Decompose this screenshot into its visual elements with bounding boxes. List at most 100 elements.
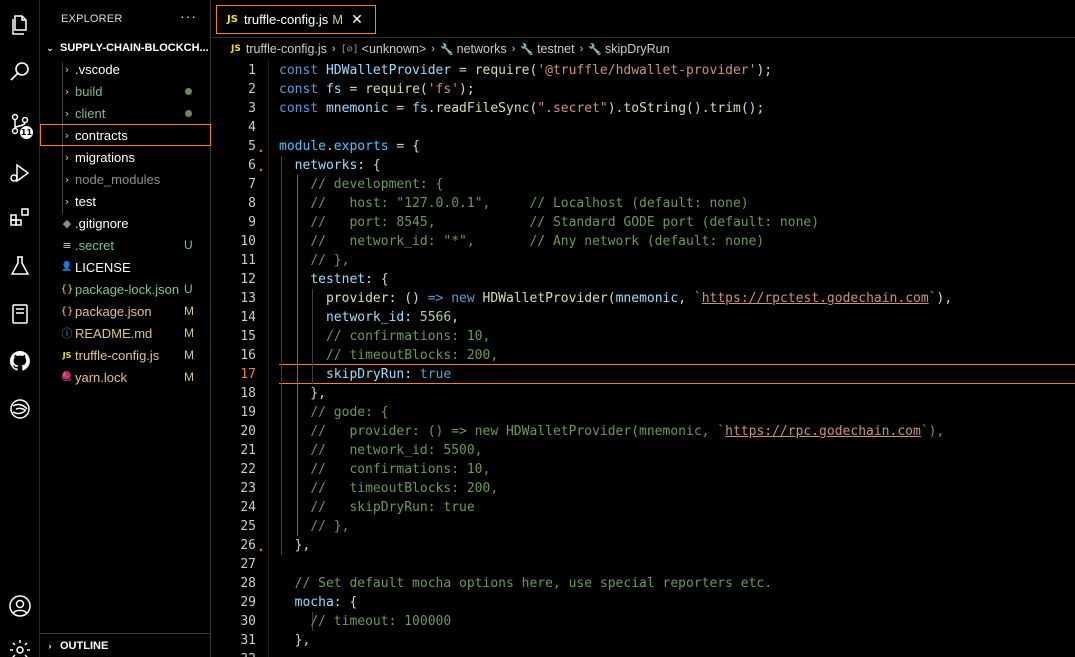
file-item[interactable]: JS truffle-config.js M — [40, 344, 211, 366]
folder-item[interactable]: › .vscode — [40, 58, 211, 80]
source-control-icon[interactable]: 11 — [0, 104, 40, 144]
wrench-icon: 🔧 — [588, 42, 602, 56]
code-line: }, — [279, 384, 326, 403]
code-token: trim — [709, 101, 741, 116]
run-debug-icon[interactable] — [0, 153, 40, 193]
js-file-icon: JS — [62, 350, 72, 360]
file-item[interactable]: 🧶 yarn.lock M — [40, 366, 211, 388]
code-token: = — [451, 63, 475, 78]
folder-item[interactable]: › build — [40, 80, 211, 102]
wrench-icon: 🔧 — [520, 42, 535, 56]
extensions-icon[interactable] — [0, 197, 40, 237]
code-line: networks: { — [279, 156, 381, 175]
file-item[interactable]: {} package.json M — [40, 300, 211, 322]
code-token: const — [279, 82, 326, 97]
breadcrumb-item[interactable]: <unknown> — [362, 42, 427, 56]
code-line: }, — [279, 631, 311, 650]
folder-item[interactable]: › contracts — [40, 124, 211, 146]
tab-truffle-config[interactable]: JS truffle-config.js M ✕ — [216, 5, 376, 34]
folder-item[interactable]: › client — [40, 102, 211, 124]
workspace-section-header[interactable]: ⌄ SUPPLY-CHAIN-BLOCKCH... — [40, 39, 211, 57]
code-line: // confirmations: 10, — [279, 460, 490, 479]
fold-marker-icon[interactable]: ▸ — [259, 146, 264, 155]
outline-title: OUTLINE — [60, 639, 109, 652]
code-token: testnet — [310, 272, 366, 287]
code-line: skipDryRun: true — [279, 365, 451, 384]
explorer-icon[interactable] — [0, 5, 40, 45]
code-token: , — [678, 291, 694, 306]
tree-item-label: truffle-config.js — [75, 347, 160, 363]
account-icon[interactable] — [0, 586, 40, 626]
folder-item[interactable]: › test — [40, 190, 211, 212]
line-number: 20 — [240, 424, 256, 439]
code-token: => — [427, 291, 444, 306]
testing-icon[interactable] — [0, 246, 40, 286]
fold-marker-icon[interactable]: ▸ — [259, 165, 264, 174]
code-token: toString — [623, 101, 687, 116]
code-line: provider: () => new HDWalletProvider(mne… — [279, 289, 952, 308]
workspace-name: SUPPLY-CHAIN-BLOCKCH... — [60, 42, 209, 54]
file-item[interactable]: {} package-lock.json U — [40, 278, 211, 300]
line-number: 18 — [240, 386, 256, 401]
git-status-badge: M — [184, 370, 194, 384]
code-token: ( — [607, 291, 616, 306]
code-line: // gode: { — [279, 403, 388, 422]
breadcrumb-item[interactable]: truffle-config.js — [246, 42, 327, 56]
javascript-file-icon: JS — [231, 44, 241, 54]
settings-gear-icon[interactable] — [0, 630, 40, 657]
breadcrumb-item[interactable]: networks — [457, 42, 507, 56]
folder-item[interactable]: › migrations — [40, 146, 211, 168]
code-token: // }, — [310, 253, 350, 268]
code-token: }, — [279, 538, 311, 553]
file-item[interactable]: ◆ .gitignore — [40, 212, 211, 234]
code-token: , — [451, 310, 460, 325]
code-token: . — [427, 101, 436, 116]
breadcrumb-item[interactable]: testnet — [537, 42, 575, 56]
notebook-icon[interactable] — [0, 294, 40, 334]
file-item[interactable]: ⓘ README.md M — [40, 322, 211, 344]
outline-section-header[interactable]: › OUTLINE — [40, 633, 211, 657]
file-item[interactable]: 👤 LICENSE — [40, 256, 211, 278]
tree-item-label: .gitignore — [75, 215, 129, 231]
code-line: // confirmations: 10, — [279, 327, 490, 346]
code-token: HDWalletProvider — [482, 291, 608, 306]
git-status-badge: M — [184, 348, 194, 362]
file-item[interactable]: ≡ .secret U — [40, 234, 211, 256]
code-token: module — [279, 139, 326, 154]
chevron-right-icon: › — [431, 43, 435, 55]
close-icon[interactable]: ✕ — [351, 11, 363, 28]
breadcrumb-item[interactable]: skipDryRun — [605, 42, 670, 56]
code-token: // timeoutBlocks: 200, — [310, 481, 499, 496]
tree-item-label: .secret — [75, 237, 115, 253]
code-line: // skipDryRun: true — [279, 498, 474, 517]
code-line: // network_id: 5500, — [279, 441, 482, 460]
search-icon[interactable] — [0, 52, 40, 92]
remote-icon[interactable] — [0, 389, 40, 429]
code-line: // timeoutBlocks: 200, — [279, 479, 498, 498]
more-actions-icon[interactable]: ··· — [180, 8, 197, 24]
explorer-sidebar: EXPLORER ··· ⌄ SUPPLY-CHAIN-BLOCKCH... ›… — [40, 0, 211, 657]
code-editor[interactable]: 1 const HDWalletProvider = require('@truf… — [211, 59, 1075, 657]
tree-item-label: .vscode — [75, 61, 120, 77]
code-token: require — [474, 63, 530, 78]
line-number: 11 — [240, 253, 256, 268]
code-token: // port: 8545, // Standard GODE port (de… — [310, 215, 820, 230]
code-token: // provider: () => new HDWalletProvider(… — [310, 424, 726, 439]
fold-marker-icon[interactable]: ▸ — [259, 545, 264, 554]
folder-item[interactable]: › node_modules — [40, 168, 211, 190]
tree-item-label: package.json — [75, 303, 152, 319]
github-icon[interactable] — [0, 341, 40, 381]
code-line: // }, — [279, 517, 349, 536]
code-token: . — [325, 139, 334, 154]
code-line: network_id: 5566, — [279, 308, 459, 327]
md-file-icon: ⓘ — [61, 327, 73, 340]
chevron-right-icon: › — [511, 43, 516, 55]
code-token: // development: { — [310, 177, 444, 192]
chevron-right-icon: › — [64, 150, 70, 164]
tree-item-label: README.md — [75, 325, 153, 341]
code-token: }, — [279, 386, 326, 401]
